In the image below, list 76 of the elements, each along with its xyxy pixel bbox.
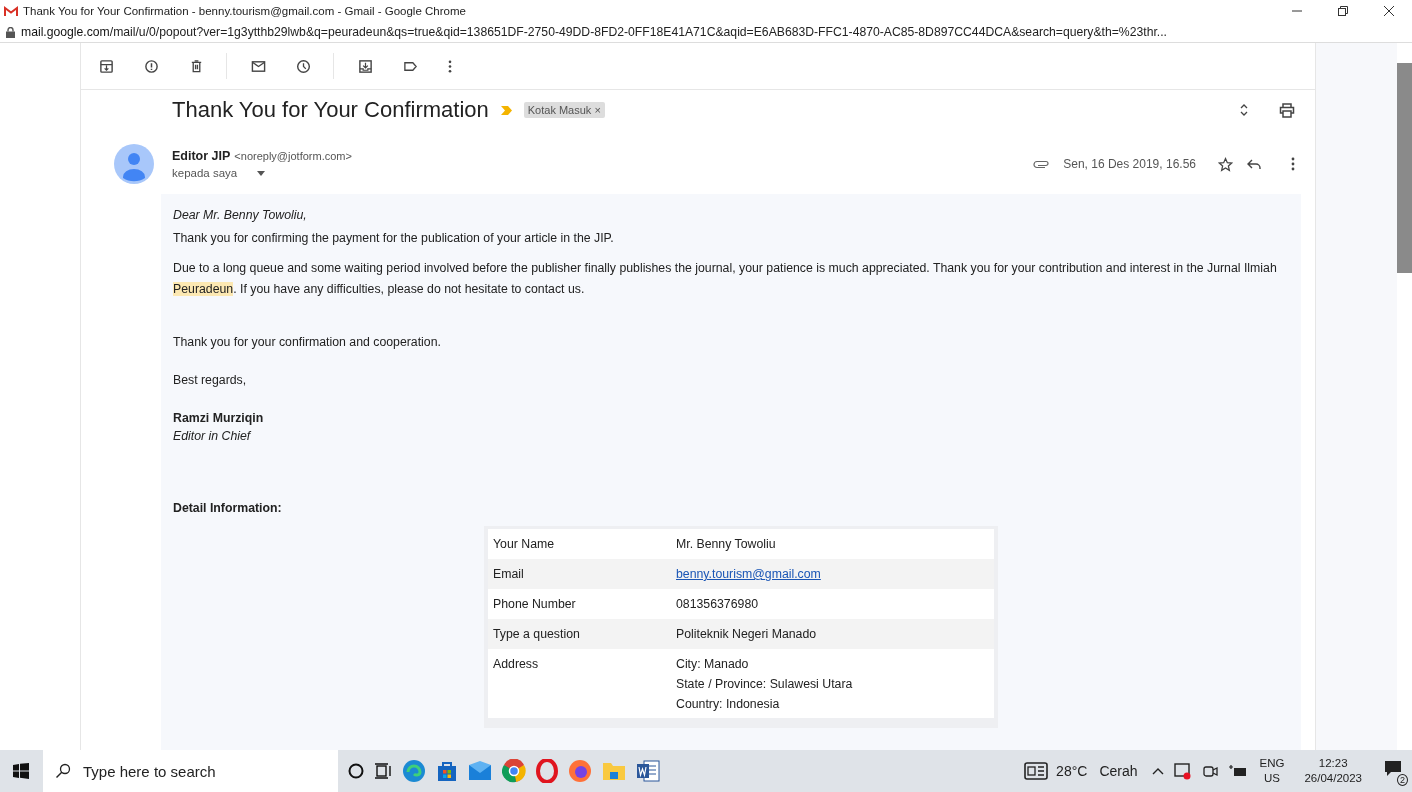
greeting-text: Dear Mr. Benny Towoliu, (173, 208, 308, 222)
envelope-icon[interactable] (251, 58, 266, 74)
tray-app-icon[interactable] (1201, 763, 1218, 779)
email-subject: Thank You for Your Confirmation (172, 97, 489, 123)
remove-label-button[interactable]: × (594, 104, 601, 116)
table-cell-text: Phone Number (492, 596, 577, 613)
print-icon[interactable] (1279, 102, 1295, 118)
task-view-icon[interactable] (374, 763, 392, 779)
table-cell-text: Address (492, 656, 540, 673)
gmail-logo-icon (4, 5, 18, 17)
attachment-icon (1033, 159, 1050, 169)
label-chip: Kotak Masuk × (523, 102, 605, 118)
chevron-up-icon[interactable] (1151, 767, 1164, 775)
move-to-icon[interactable] (358, 58, 373, 74)
language-code[interactable]: ENG (1259, 756, 1285, 771)
folder-icon[interactable] (602, 761, 626, 781)
taskbar-search-field[interactable]: Type here to search (43, 750, 338, 792)
sender-email: <noreply@jotform.com> (234, 150, 352, 162)
window-title: Thank You for Your Confirmation - benny.tourism@gmail.com - Gmail - Google Chrome (23, 5, 466, 17)
close-icon[interactable] (1384, 6, 1394, 16)
table-cell-text: Your Name (492, 536, 556, 553)
browser-icon[interactable] (568, 759, 592, 783)
more-options-icon[interactable] (448, 58, 452, 74)
table-cell: 081356376980 (676, 597, 759, 611)
table-cell-text: Type a question (492, 626, 581, 643)
signature-role: Editor in Chief (173, 429, 252, 443)
table-cell-text: City: Manado (676, 657, 750, 671)
language-region[interactable]: US (1264, 771, 1280, 786)
news-widget-icon[interactable] (1024, 762, 1049, 780)
recipient-text[interactable]: kepada saya (172, 167, 238, 179)
weather-temperature[interactable]: 28°C (1056, 763, 1088, 779)
scrollbar[interactable] (1397, 63, 1412, 273)
browser-icon[interactable] (402, 759, 426, 783)
weather-condition[interactable]: Cerah (1099, 763, 1138, 779)
expand-collapse-icon[interactable] (1239, 103, 1249, 117)
browser-icon[interactable] (536, 759, 558, 783)
lock-icon (6, 26, 15, 38)
table-cell: State / Province: Sulawesi Utara (676, 677, 853, 691)
body-paragraph: Due to a long queue and some waiting period involved before the publisher finally publishes the journal, your patience is much appreciated. Thank you for your contribution and interest in the Jurnal Ilmiah Peuradeun. If you have any difficulties, please do not hesitate to contact us. (173, 260, 1278, 298)
clock-time[interactable]: 12:23 (1318, 756, 1348, 771)
table-cell-text: Country: Indonesia (676, 697, 781, 711)
reply-icon[interactable] (1247, 158, 1261, 170)
avatar-icon (114, 144, 154, 184)
archive-icon[interactable] (99, 58, 114, 74)
store-bag-icon[interactable] (436, 760, 458, 782)
clock-icon[interactable] (296, 58, 311, 74)
tray-app-icon[interactable] (1173, 762, 1192, 780)
notification-count: 2 (1397, 774, 1408, 786)
email-date: Sen, 16 Des 2019, 16.56 (1063, 157, 1196, 171)
sender-name: Editor JIP (172, 149, 231, 163)
email-link[interactable]: benny.tourism@gmail.com (676, 567, 821, 581)
windows-start-icon[interactable] (13, 763, 29, 779)
search-icon (55, 763, 71, 779)
restore-icon[interactable] (1338, 6, 1348, 16)
body-paragraph: Thank you for your confirmation and cooperation. (173, 334, 442, 351)
table-cell: Mr. Benny Towoliu (676, 537, 776, 551)
circle-icon[interactable] (348, 763, 364, 779)
trash-icon[interactable] (189, 58, 204, 74)
browser-icon[interactable] (502, 759, 526, 783)
dropdown-caret-icon[interactable] (257, 170, 266, 176)
star-icon[interactable] (1218, 156, 1233, 172)
body-paragraph: Best regards, (173, 372, 248, 389)
address-url[interactable]: mail.google.com/mail/u/0/popout?ver=1g3ytthb29lwb&q=peuradeun&qs=true&qid=138651DF-2750-49DD-8FD2-0FF18E41A71C&aqid=E6AB683D-FFC1-4870-AC85-8D897CC44DCA&search=query&th=%23thr... (21, 25, 1167, 39)
body-paragraph: Thank you for confirming the payment for the publication of your article in the JIP. (173, 230, 615, 247)
document-app-icon[interactable] (636, 760, 660, 782)
table-cell-text: Email (492, 566, 525, 583)
battery-icon[interactable] (1227, 764, 1248, 778)
more-options-icon[interactable] (1291, 157, 1295, 171)
mail-icon[interactable] (468, 761, 492, 781)
detail-heading: Detail Information: (173, 501, 283, 515)
signature-name: Ramzi Murziqin (173, 411, 265, 425)
notification-icon[interactable] (1384, 760, 1402, 778)
clock-date[interactable]: 26/04/2023 (1304, 771, 1362, 786)
table-cell: Politeknik Negeri Manado (676, 627, 817, 641)
importance-marker-icon (500, 105, 512, 115)
report-spam-icon[interactable] (144, 58, 159, 74)
